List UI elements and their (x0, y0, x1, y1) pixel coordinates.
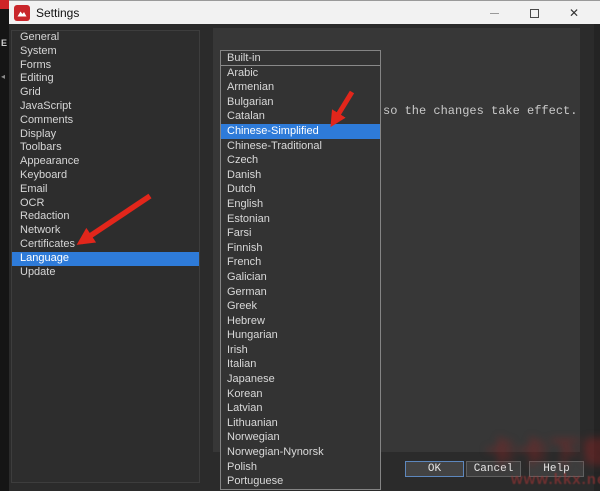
language-option[interactable]: Arabic (221, 66, 380, 81)
minimize-icon (490, 13, 499, 14)
language-option[interactable]: Galician (221, 270, 380, 285)
language-option[interactable]: Chinese-Traditional (221, 139, 380, 154)
language-option[interactable]: Built-in (221, 51, 380, 66)
language-option[interactable]: Hebrew (221, 314, 380, 329)
language-option[interactable]: Hungarian (221, 328, 380, 343)
sidebar-item[interactable]: Toolbars (12, 141, 199, 155)
language-option[interactable]: French (221, 255, 380, 270)
maximize-icon (530, 9, 539, 18)
language-option[interactable]: Italian (221, 357, 380, 372)
close-icon: ✕ (569, 7, 579, 19)
sidebar-item[interactable]: Forms (12, 59, 199, 73)
background-red-icon (0, 0, 9, 9)
background-window-edge: E ◂ (0, 0, 9, 491)
ok-button[interactable]: OK (405, 461, 464, 477)
language-option[interactable]: Farsi (221, 226, 380, 241)
language-option[interactable]: Estonian (221, 212, 380, 227)
sidebar-item[interactable]: System (12, 45, 199, 59)
window-right-edge (594, 24, 600, 491)
language-option[interactable]: Greek (221, 299, 380, 314)
watermark-url: www.kkx.net (511, 471, 600, 488)
watermark-text: 卡卡下载 (486, 428, 600, 472)
sidebar-item[interactable]: Appearance (12, 155, 199, 169)
minimize-button[interactable] (474, 1, 514, 25)
window-title: Settings (36, 6, 79, 20)
language-option[interactable]: Norwegian-Nynorsk (221, 445, 380, 460)
sidebar-item[interactable]: Comments (12, 114, 199, 128)
language-option[interactable]: Korean (221, 387, 380, 402)
language-option[interactable]: Dutch (221, 182, 380, 197)
restart-notice-fragment: so the changes take effect. (383, 104, 577, 118)
sidebar-item[interactable]: Update (12, 266, 199, 280)
window-controls: ✕ (474, 1, 594, 25)
titlebar: Settings ✕ (9, 0, 600, 24)
background-edge-arrow-icon: ◂ (1, 72, 5, 81)
language-option[interactable]: Portuguese (221, 474, 380, 489)
language-option[interactable]: Norwegian (221, 430, 380, 445)
sidebar-item[interactable]: Grid (12, 86, 199, 100)
settings-window: E ◂ Settings ✕ so the changes take effec… (0, 0, 600, 491)
maximize-button[interactable] (514, 1, 554, 25)
language-option[interactable]: Danish (221, 168, 380, 183)
background-edge-letter: E (1, 38, 7, 48)
language-option[interactable]: Irish (221, 343, 380, 358)
annotation-arrow-language-icon (57, 190, 157, 258)
language-option[interactable]: German (221, 285, 380, 300)
language-option[interactable]: Polish (221, 460, 380, 475)
close-button[interactable]: ✕ (554, 1, 594, 25)
language-option[interactable]: Japanese (221, 372, 380, 387)
language-option[interactable]: Lithuanian (221, 416, 380, 431)
app-logo-icon (14, 5, 30, 21)
language-option[interactable]: Latvian (221, 401, 380, 416)
sidebar-item[interactable]: JavaScript (12, 100, 199, 114)
sidebar-item[interactable]: General (12, 31, 199, 45)
sidebar-item[interactable]: Editing (12, 72, 199, 86)
sidebar-item[interactable]: Display (12, 128, 199, 142)
language-option[interactable]: Czech (221, 153, 380, 168)
sidebar-item[interactable]: Keyboard (12, 169, 199, 183)
language-option[interactable]: Finnish (221, 241, 380, 256)
annotation-arrow-chinese-icon (318, 88, 360, 134)
language-option[interactable]: English (221, 197, 380, 212)
